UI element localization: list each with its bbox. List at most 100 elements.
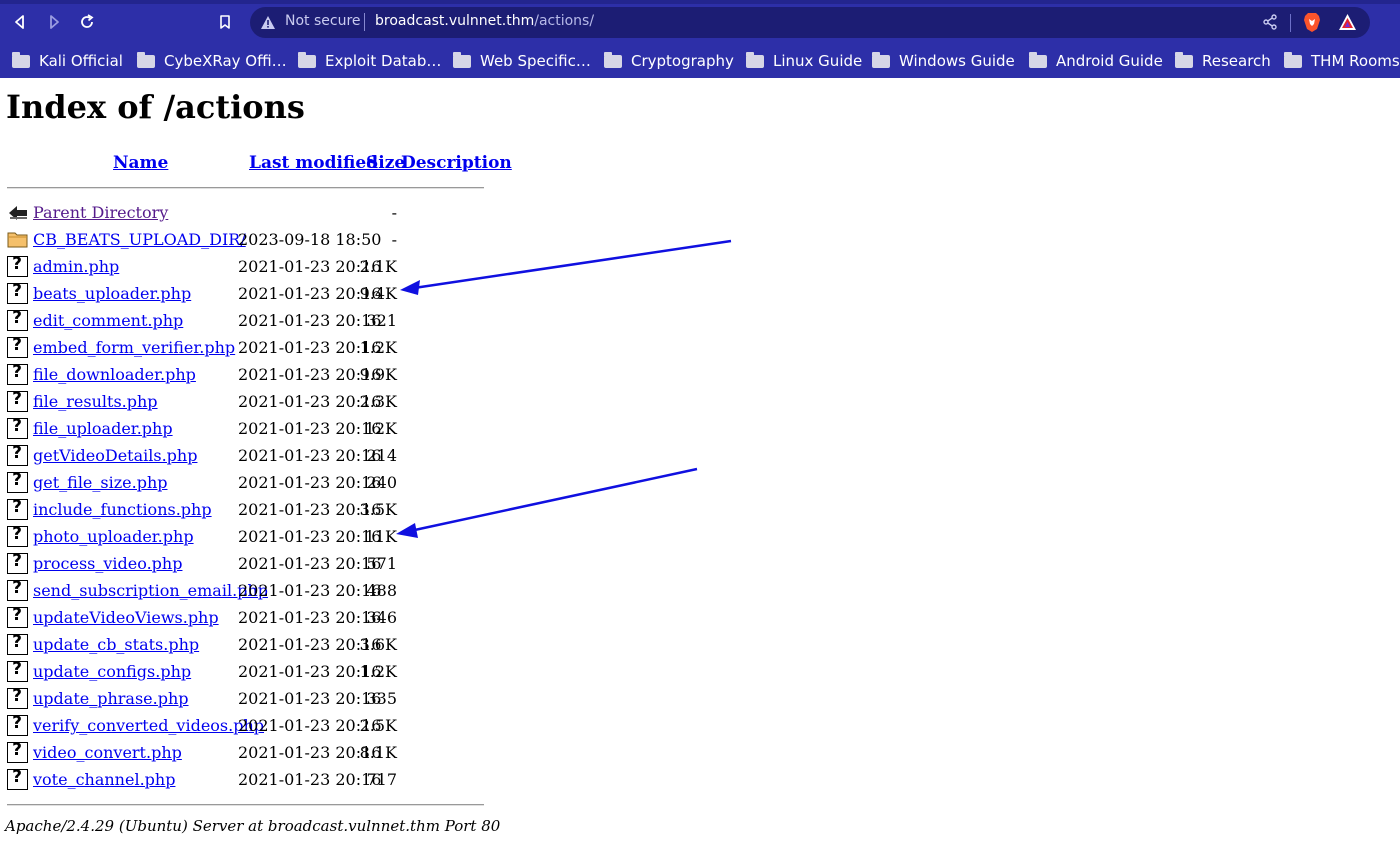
size-cell: 240	[366, 473, 397, 492]
last-modified-cell: 2021-01-23 20:16	[238, 554, 382, 573]
parent-directory-row: Parent Directory -	[0, 199, 500, 226]
last-modified-cell: 2021-01-23 20:16	[238, 419, 382, 438]
url-text[interactable]: broadcast.vulnnet.thm/actions/	[375, 13, 594, 29]
file-link[interactable]: verify_converted_videos.php	[33, 716, 264, 735]
unknown-file-icon: ?	[7, 254, 28, 277]
file-link[interactable]: photo_uploader.php	[33, 527, 194, 546]
brave-rewards-icon[interactable]	[1338, 13, 1357, 31]
unknown-file-icon: ?	[7, 497, 28, 520]
file-link[interactable]: file_uploader.php	[33, 419, 173, 438]
file-link[interactable]: CB_BEATS_UPLOAD_DIR/	[33, 230, 246, 249]
file-link[interactable]: embed_form_verifier.php	[33, 338, 235, 357]
bookmark-research[interactable]: Research	[1175, 44, 1271, 78]
file-link[interactable]: update_phrase.php	[33, 689, 189, 708]
page-title: Index of /actions	[6, 88, 305, 126]
table-row: ? send_subscription_email.php 2021-01-23 2…	[0, 577, 500, 604]
bookmark-label: CybeXRay Offi…	[164, 52, 287, 70]
bookmark-label: Linux Guide	[773, 52, 863, 70]
bookmark-linux-guide[interactable]: Linux Guide	[746, 44, 862, 78]
folder-icon	[746, 51, 764, 68]
bookmark-web-specific[interactable]: Web Specific…	[453, 44, 591, 78]
bookmark-exploit-db[interactable]: Exploit Datab…	[298, 44, 441, 78]
last-modified-cell: 2021-01-23 20:16	[238, 689, 382, 708]
last-modified-cell: 2021-01-23 20:16	[238, 581, 382, 600]
file-link[interactable]: update_cb_stats.php	[33, 635, 199, 654]
file-link[interactable]: get_file_size.php	[33, 473, 168, 492]
bookmark-thm-rooms[interactable]: THM Rooms	[1284, 44, 1400, 78]
bookmark-windows-guide[interactable]: Windows Guide	[872, 44, 1015, 78]
size-cell: 9.9K	[359, 365, 397, 384]
size-cell: 11K	[364, 527, 397, 546]
file-link[interactable]: file_results.php	[33, 392, 158, 411]
size-cell: 1.2K	[359, 662, 397, 681]
folder-icon	[872, 51, 890, 68]
file-link[interactable]: vote_channel.php	[33, 770, 175, 789]
last-modified-cell: 2021-01-23 20:16	[238, 473, 382, 492]
file-link[interactable]: beats_uploader.php	[33, 284, 191, 303]
url-separator	[364, 13, 365, 31]
column-header-name[interactable]: Name	[113, 153, 168, 173]
file-link[interactable]: edit_comment.php	[33, 311, 183, 330]
folder-icon	[453, 51, 471, 68]
column-header-size[interactable]: Size	[366, 153, 405, 173]
unknown-file-icon: ?	[7, 740, 28, 763]
file-link[interactable]: file_downloader.php	[33, 365, 196, 384]
file-link[interactable]: admin.php	[33, 257, 119, 276]
size-cell: 321	[366, 311, 397, 330]
file-link[interactable]: update_configs.php	[33, 662, 191, 681]
forward-button[interactable]	[42, 10, 66, 34]
toolbar-divider	[1290, 14, 1291, 32]
warning-icon[interactable]	[260, 15, 276, 30]
bookmark-page-button[interactable]	[213, 10, 237, 34]
last-modified-cell: 2021-01-23 20:16	[238, 608, 382, 627]
last-modified-cell: 2021-01-23 20:16	[238, 311, 382, 330]
folder-icon	[604, 51, 622, 68]
bookmark-label: Android Guide	[1056, 52, 1163, 70]
table-row: ? updateVideoViews.php 2021-01-23 20:16 346	[0, 604, 500, 631]
back-icon	[15, 15, 24, 29]
file-link[interactable]: updateVideoViews.php	[33, 608, 219, 627]
reload-button[interactable]	[75, 10, 99, 34]
brave-shield-icon[interactable]	[1302, 12, 1322, 33]
table-row: CB_BEATS_UPLOAD_DIR/2023-09-18 18:50-	[0, 226, 500, 253]
size-cell: -	[391, 230, 397, 249]
unknown-file-icon: ?	[7, 362, 28, 385]
back-icon	[7, 202, 28, 223]
column-header-description[interactable]: Description	[401, 153, 512, 173]
back-button[interactable]	[8, 10, 32, 34]
size-cell: 2.1K	[359, 257, 397, 276]
table-row: ? embed_form_verifier.php 2021-01-23 20:16…	[0, 334, 500, 361]
bookmark-label: Kali Official	[39, 52, 123, 70]
bookmark-icon	[220, 15, 230, 29]
bookmark-cryptography[interactable]: Cryptography	[604, 44, 734, 78]
size-cell: 3.6K	[359, 635, 397, 654]
reload-icon	[81, 14, 94, 28]
bookmark-label: Research	[1202, 52, 1271, 70]
unknown-file-icon: ?	[7, 416, 28, 439]
file-link[interactable]: send_subscription_email.php	[33, 581, 268, 600]
size-cell: 9.4K	[359, 284, 397, 303]
table-row: ? video_convert.php 2021-01-23 20:16 8.1K	[0, 739, 500, 766]
table-row: ? update_cb_stats.php 2021-01-23 20:16 3.6K	[0, 631, 500, 658]
unknown-file-icon: ?	[7, 470, 28, 493]
file-link[interactable]: process_video.php	[33, 554, 182, 573]
bookmark-label: Exploit Datab…	[325, 52, 442, 70]
bookmarks-bar: Kali Official CybeXRay Offi… Exploit Dat…	[0, 44, 1400, 78]
file-link[interactable]: video_convert.php	[33, 743, 182, 762]
file-link[interactable]: getVideoDetails.php	[33, 446, 197, 465]
folder-icon	[1029, 51, 1047, 68]
bookmark-label: Web Specific…	[480, 52, 591, 70]
security-label[interactable]: Not secure	[285, 13, 361, 29]
size-cell: 346	[366, 608, 397, 627]
bookmark-android-guide[interactable]: Android Guide	[1029, 44, 1163, 78]
column-header-last-modified[interactable]: Last modified	[249, 153, 378, 173]
folder-icon	[298, 51, 316, 68]
size-cell: 2.3K	[359, 392, 397, 411]
bookmark-kali-official[interactable]: Kali Official	[12, 44, 123, 78]
bookmark-cybexray[interactable]: CybeXRay Offi…	[137, 44, 287, 78]
last-modified-cell: 2023-09-18 18:50	[238, 230, 382, 249]
file-link[interactable]: Parent Directory	[33, 203, 168, 222]
file-link[interactable]: include_functions.php	[33, 500, 212, 519]
share-icon[interactable]	[1262, 14, 1278, 30]
table-row: ? update_configs.php 2021-01-23 20:16 1.2K	[0, 658, 500, 685]
